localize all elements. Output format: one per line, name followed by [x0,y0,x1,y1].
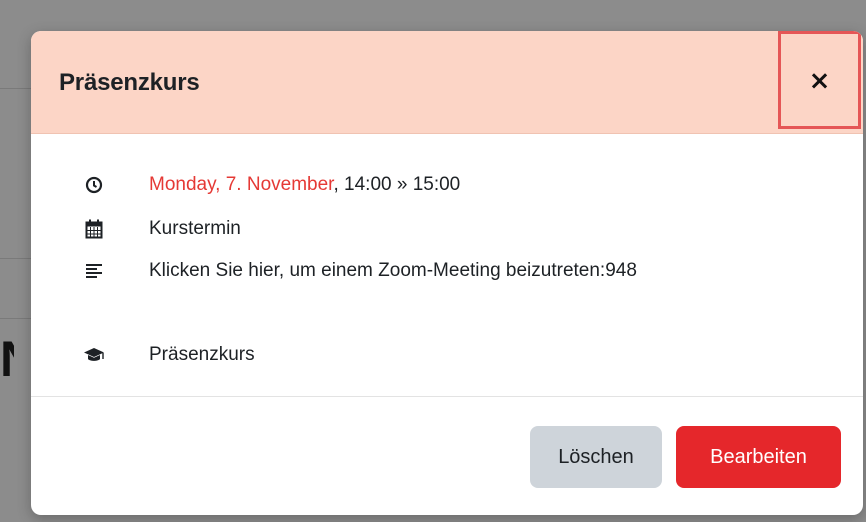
event-course-row: Präsenzkurs [83,340,255,370]
event-type-row: Kurstermin [83,214,241,244]
graduation-cap-icon [83,344,105,366]
close-button[interactable]: × [778,31,861,129]
modal-title: Präsenzkurs [59,69,200,96]
modal-header: Präsenzkurs × [31,31,863,134]
clock-icon [83,174,105,196]
event-type-label: Kurstermin [149,218,241,239]
event-date-link[interactable]: Monday, 7. November [149,174,333,195]
align-left-icon [83,260,105,282]
event-time-row: Monday, 7. November, 14:00 » 15:00 [83,170,460,200]
course-link[interactable]: Präsenzkurs [149,344,255,366]
close-icon: × [808,66,831,96]
delete-button[interactable]: Löschen [530,426,662,488]
event-time-range: , 14:00 » 15:00 [333,174,461,195]
calendar-icon [83,218,105,240]
modal-body: Monday, 7. November, 14:00 » 15:00 Kurst… [31,134,863,394]
edit-button[interactable]: Bearbeiten [676,426,841,488]
background-heading-fragment: N [0,330,14,388]
event-details-modal: Präsenzkurs × Monday, 7. November, 14:00… [31,31,863,515]
zoom-meeting-link[interactable]: Klicken Sie hier, um einem Zoom-Meeting … [149,260,637,282]
footer-divider [31,396,863,397]
event-description-row: Klicken Sie hier, um einem Zoom-Meeting … [83,256,637,286]
